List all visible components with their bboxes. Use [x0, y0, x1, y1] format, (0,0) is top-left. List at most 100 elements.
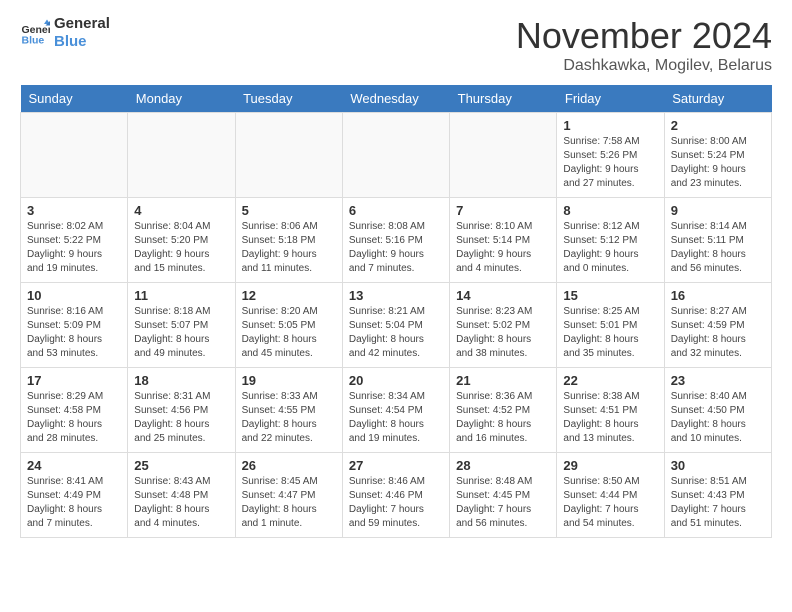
day-info: Sunrise: 8:06 AM Sunset: 5:18 PM Dayligh… — [242, 220, 336, 276]
day-info: Sunrise: 8:40 AM Sunset: 4:50 PM Dayligh… — [671, 390, 765, 446]
calendar-cell — [128, 113, 235, 198]
calendar-cell: 11Sunrise: 8:18 AM Sunset: 5:07 PM Dayli… — [128, 283, 235, 368]
weekday-header-friday: Friday — [557, 85, 664, 113]
day-info: Sunrise: 8:04 AM Sunset: 5:20 PM Dayligh… — [134, 220, 228, 276]
calendar-cell: 17 Sunrise: 8:29 AM Sunset: 4:58 PM Dayli… — [21, 368, 128, 453]
day-number: 25 — [134, 458, 228, 473]
day-number: 7 — [456, 203, 550, 218]
weekday-header-saturday: Saturday — [664, 85, 771, 113]
day-info: Sunrise: 8:20 AM Sunset: 5:05 PM Dayligh… — [242, 305, 336, 361]
title-block: November 2024 Dashkawka, Mogilev, Belaru… — [516, 15, 772, 75]
day-info: Sunrise: 8:31 AM Sunset: 4:56 PM Dayligh… — [134, 390, 228, 446]
day-number: 2 — [671, 118, 765, 133]
day-info: Sunrise: 8:41 AM Sunset: 4:49 PM Dayligh… — [27, 475, 121, 531]
calendar-cell: 12Sunrise: 8:20 AM Sunset: 5:05 PM Dayli… — [235, 283, 342, 368]
day-number: 21 — [456, 373, 550, 388]
week-row-3: 17 Sunrise: 8:29 AM Sunset: 4:58 PM Dayli… — [21, 368, 772, 453]
location: Dashkawka, Mogilev, Belarus — [516, 57, 772, 75]
calendar-cell: 14 Sunrise: 8:23 AM Sunset: 5:02 PM Dayli… — [450, 283, 557, 368]
calendar-cell: 29Sunrise: 8:50 AM Sunset: 4:44 PM Dayli… — [557, 453, 664, 538]
logo-text-general: General — [54, 15, 110, 33]
week-row-1: 3 Sunrise: 8:02 AM Sunset: 5:22 PM Daylig… — [21, 198, 772, 283]
logo-text-blue: Blue — [54, 33, 110, 51]
day-info: Sunrise: 8:00 AM Sunset: 5:24 PM Dayligh… — [671, 135, 765, 191]
day-number: 3 — [27, 203, 121, 218]
day-info: Sunrise: 8:18 AM Sunset: 5:07 PM Dayligh… — [134, 305, 228, 361]
day-number: 23 — [671, 373, 765, 388]
day-number: 22 — [563, 373, 657, 388]
day-number: 8 — [563, 203, 657, 218]
calendar-cell: 15Sunrise: 8:25 AM Sunset: 5:01 PM Dayli… — [557, 283, 664, 368]
day-info: Sunrise: 8:12 AM Sunset: 5:12 PM Dayligh… — [563, 220, 657, 276]
calendar-cell: 28Sunrise: 8:48 AM Sunset: 4:45 PM Dayli… — [450, 453, 557, 538]
day-info: Sunrise: 8:23 AM Sunset: 5:02 PM Dayligh… — [456, 305, 550, 361]
day-number: 20 — [349, 373, 443, 388]
calendar-table: SundayMondayTuesdayWednesdayThursdayFrid… — [20, 85, 772, 538]
day-info: Sunrise: 8:51 AM Sunset: 4:43 PM Dayligh… — [671, 475, 765, 531]
calendar-cell: 19 Sunrise: 8:33 AM Sunset: 4:55 PM Dayli… — [235, 368, 342, 453]
day-info: Sunrise: 8:25 AM Sunset: 5:01 PM Dayligh… — [563, 305, 657, 361]
day-number: 17 — [27, 373, 121, 388]
day-info: Sunrise: 8:34 AM Sunset: 4:54 PM Dayligh… — [349, 390, 443, 446]
calendar-cell: 9 Sunrise: 8:14 AM Sunset: 5:11 PM Daylig… — [664, 198, 771, 283]
calendar-cell: 7Sunrise: 8:10 AM Sunset: 5:14 PM Daylig… — [450, 198, 557, 283]
calendar-cell: 3 Sunrise: 8:02 AM Sunset: 5:22 PM Daylig… — [21, 198, 128, 283]
calendar-cell: 18Sunrise: 8:31 AM Sunset: 4:56 PM Dayli… — [128, 368, 235, 453]
calendar-cell: 5 Sunrise: 8:06 AM Sunset: 5:18 PM Daylig… — [235, 198, 342, 283]
day-number: 6 — [349, 203, 443, 218]
day-info: Sunrise: 8:02 AM Sunset: 5:22 PM Dayligh… — [27, 220, 121, 276]
month-title: November 2024 — [516, 15, 772, 57]
day-info: Sunrise: 8:38 AM Sunset: 4:51 PM Dayligh… — [563, 390, 657, 446]
calendar-cell: 20 Sunrise: 8:34 AM Sunset: 4:54 PM Dayli… — [342, 368, 449, 453]
day-number: 10 — [27, 288, 121, 303]
calendar-cell — [342, 113, 449, 198]
day-number: 26 — [242, 458, 336, 473]
day-number: 5 — [242, 203, 336, 218]
page-container: General Blue General Blue November 2024 … — [0, 0, 792, 553]
calendar-cell: 21 Sunrise: 8:36 AM Sunset: 4:52 PM Dayli… — [450, 368, 557, 453]
day-info: Sunrise: 8:08 AM Sunset: 5:16 PM Dayligh… — [349, 220, 443, 276]
calendar-cell: 4 Sunrise: 8:04 AM Sunset: 5:20 PM Daylig… — [128, 198, 235, 283]
day-number: 27 — [349, 458, 443, 473]
week-row-2: 10 Sunrise: 8:16 AM Sunset: 5:09 PM Dayli… — [21, 283, 772, 368]
logo: General Blue General Blue — [20, 15, 110, 51]
day-number: 13 — [349, 288, 443, 303]
calendar-cell: 26Sunrise: 8:45 AM Sunset: 4:47 PM Dayli… — [235, 453, 342, 538]
day-info: Sunrise: 8:21 AM Sunset: 5:04 PM Dayligh… — [349, 305, 443, 361]
day-number: 16 — [671, 288, 765, 303]
day-info: Sunrise: 8:33 AM Sunset: 4:55 PM Dayligh… — [242, 390, 336, 446]
calendar-cell: 25 Sunrise: 8:43 AM Sunset: 4:48 PM Dayli… — [128, 453, 235, 538]
calendar-cell: 6 Sunrise: 8:08 AM Sunset: 5:16 PM Daylig… — [342, 198, 449, 283]
calendar-cell: 24Sunrise: 8:41 AM Sunset: 4:49 PM Dayli… — [21, 453, 128, 538]
weekday-header-monday: Monday — [128, 85, 235, 113]
day-info: Sunrise: 8:16 AM Sunset: 5:09 PM Dayligh… — [27, 305, 121, 361]
day-info: Sunrise: 8:50 AM Sunset: 4:44 PM Dayligh… — [563, 475, 657, 531]
day-number: 1 — [563, 118, 657, 133]
calendar-cell — [21, 113, 128, 198]
day-number: 14 — [456, 288, 550, 303]
logo-icon: General Blue — [20, 18, 50, 48]
week-row-4: 24Sunrise: 8:41 AM Sunset: 4:49 PM Dayli… — [21, 453, 772, 538]
weekday-header-row: SundayMondayTuesdayWednesdayThursdayFrid… — [21, 85, 772, 113]
day-info: Sunrise: 8:27 AM Sunset: 4:59 PM Dayligh… — [671, 305, 765, 361]
day-number: 4 — [134, 203, 228, 218]
weekday-header-tuesday: Tuesday — [235, 85, 342, 113]
weekday-header-wednesday: Wednesday — [342, 85, 449, 113]
day-info: Sunrise: 8:43 AM Sunset: 4:48 PM Dayligh… — [134, 475, 228, 531]
calendar-cell: 16 Sunrise: 8:27 AM Sunset: 4:59 PM Dayli… — [664, 283, 771, 368]
calendar-cell: 1Sunrise: 7:58 AM Sunset: 5:26 PM Daylig… — [557, 113, 664, 198]
day-info: Sunrise: 8:36 AM Sunset: 4:52 PM Dayligh… — [456, 390, 550, 446]
calendar-cell: 22 Sunrise: 8:38 AM Sunset: 4:51 PM Dayli… — [557, 368, 664, 453]
calendar-cell — [235, 113, 342, 198]
week-row-0: 1Sunrise: 7:58 AM Sunset: 5:26 PM Daylig… — [21, 113, 772, 198]
day-number: 9 — [671, 203, 765, 218]
header: General Blue General Blue November 2024 … — [20, 15, 772, 75]
day-info: Sunrise: 8:29 AM Sunset: 4:58 PM Dayligh… — [27, 390, 121, 446]
svg-text:Blue: Blue — [22, 35, 45, 47]
weekday-header-sunday: Sunday — [21, 85, 128, 113]
calendar-cell: 27Sunrise: 8:46 AM Sunset: 4:46 PM Dayli… — [342, 453, 449, 538]
calendar-cell: 23 Sunrise: 8:40 AM Sunset: 4:50 PM Dayli… — [664, 368, 771, 453]
calendar-cell: 2 Sunrise: 8:00 AM Sunset: 5:24 PM Daylig… — [664, 113, 771, 198]
day-info: Sunrise: 8:14 AM Sunset: 5:11 PM Dayligh… — [671, 220, 765, 276]
day-number: 19 — [242, 373, 336, 388]
